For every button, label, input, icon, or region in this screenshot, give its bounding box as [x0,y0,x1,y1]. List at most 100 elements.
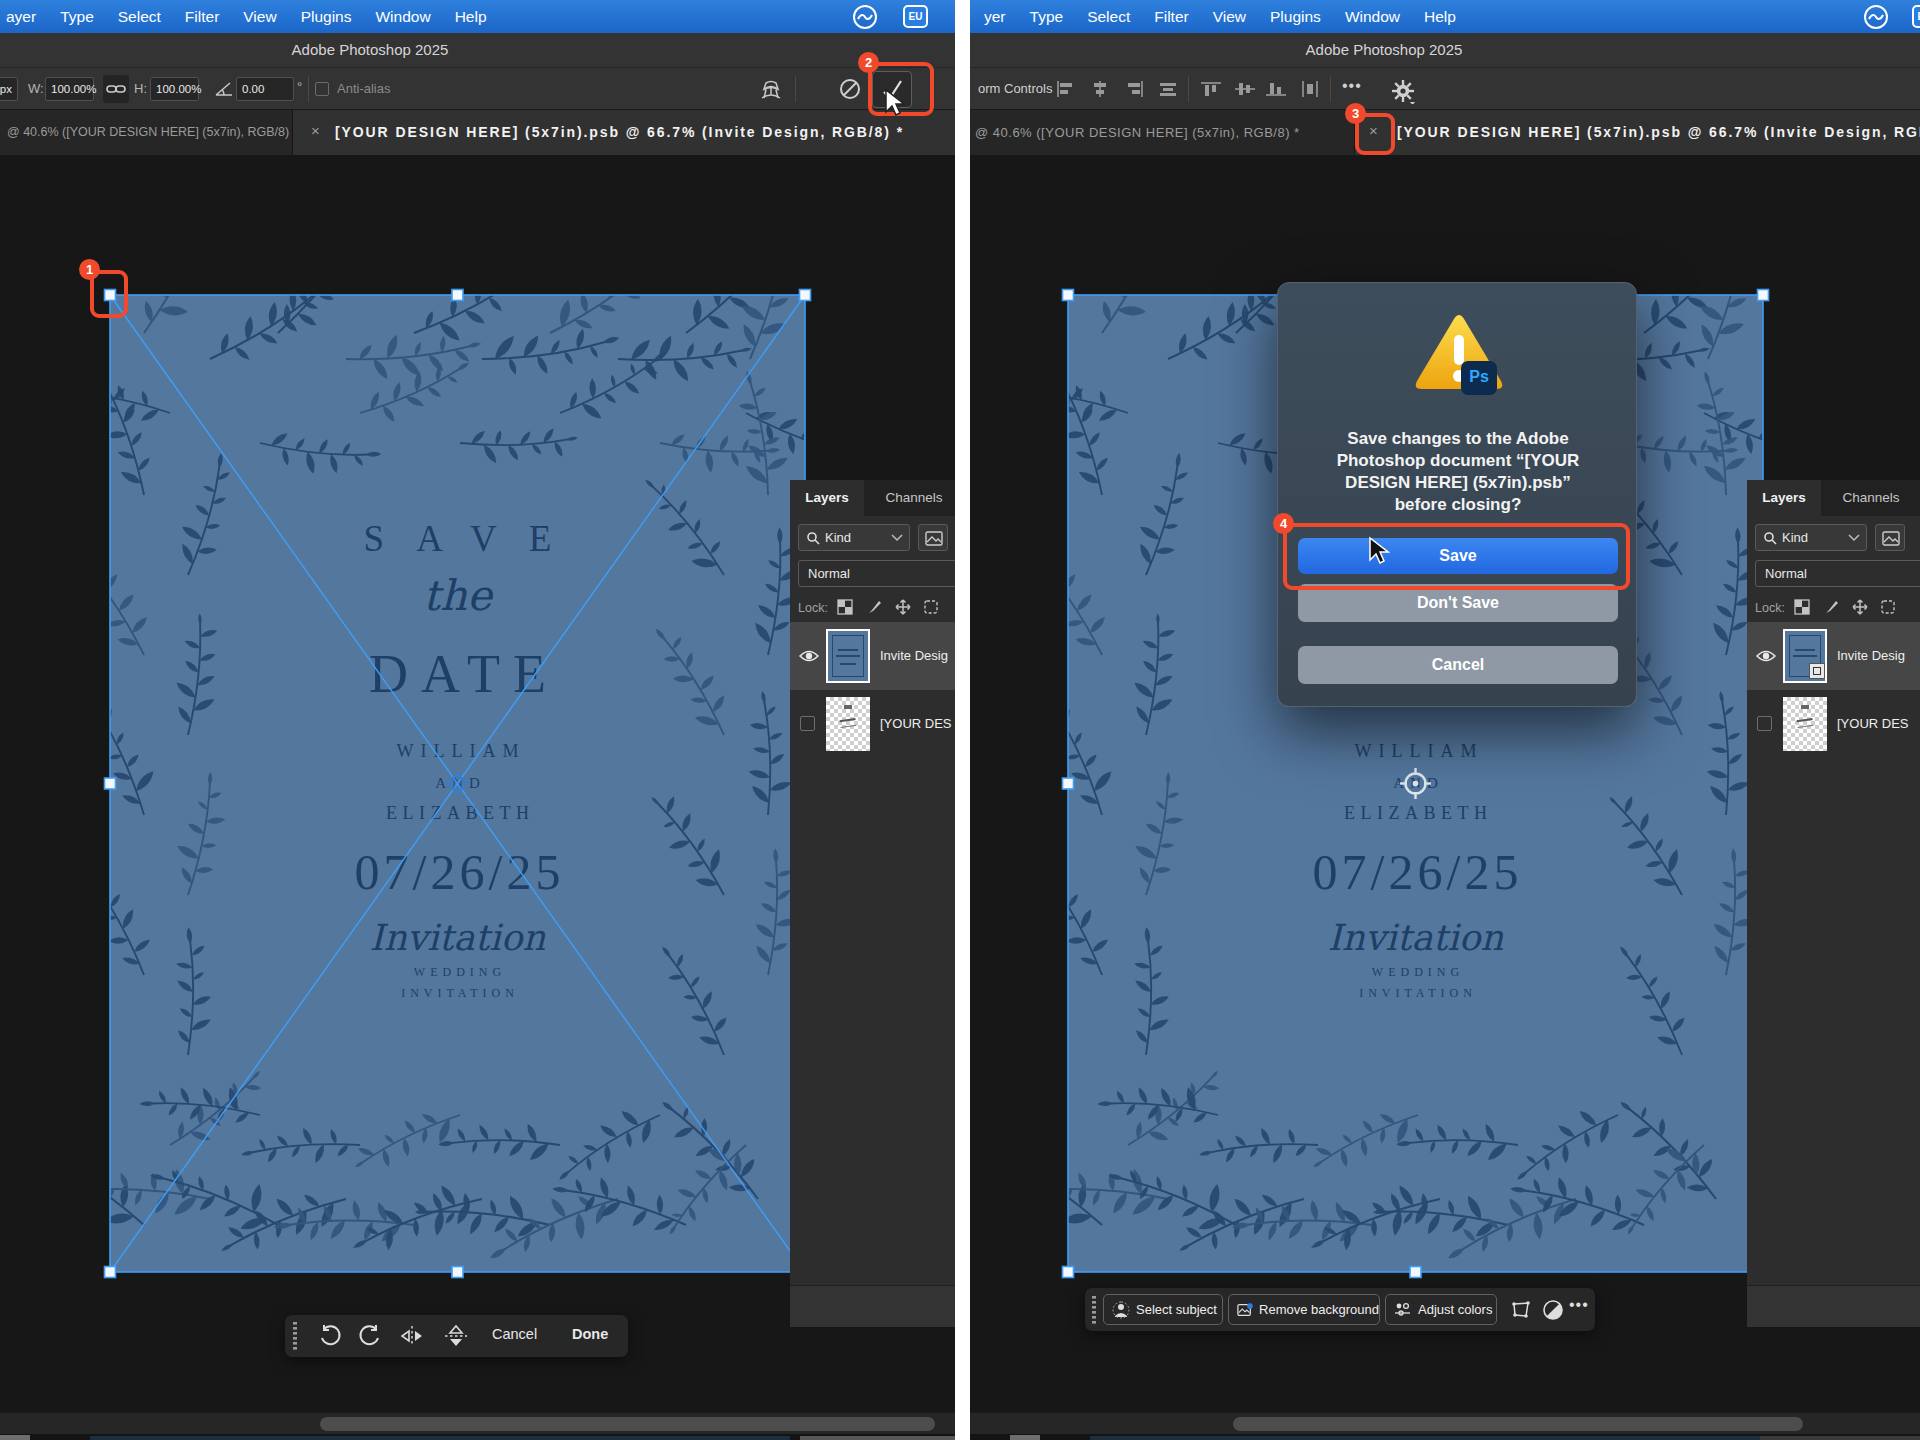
menu-select[interactable]: Select [118,8,161,26]
distribute-v-icon[interactable] [1300,81,1320,97]
lock-position-icon[interactable] [1851,598,1869,616]
select-subject-button[interactable]: Select subject [1103,1294,1223,1325]
creative-cloud-icon[interactable] [851,3,879,31]
more-options-icon[interactable]: ••• [1342,77,1362,95]
link-dimensions-button[interactable] [103,75,129,103]
align-left-icon[interactable] [1056,81,1076,97]
divider [795,76,796,102]
drag-grip[interactable] [1090,1295,1098,1325]
align-center-h-icon[interactable] [1090,81,1110,97]
transform-cancel-button[interactable]: Cancel [492,1326,537,1342]
horizontal-scrollbar[interactable] [970,1412,1920,1434]
menu-help[interactable]: Help [1424,8,1456,26]
tab-layers[interactable]: Layers [790,480,864,516]
lock-transparent-icon[interactable] [1793,598,1811,616]
remove-background-button[interactable]: Remove background [1228,1294,1380,1325]
menu-help[interactable]: Help [455,8,487,26]
more-icon[interactable]: ••• [1569,1296,1589,1314]
cancel-button[interactable]: Cancel [1298,646,1618,684]
free-transform-overlay[interactable] [100,285,816,1283]
visibility-checkbox-empty[interactable] [1757,716,1772,731]
rotate-cw-icon[interactable] [358,1324,382,1348]
flip-horizontal-icon[interactable] [399,1324,425,1348]
lock-pixels-icon[interactable] [866,598,884,616]
scrollbar-thumb[interactable] [320,1417,935,1431]
horizontal-scrollbar[interactable] [0,1412,955,1434]
align-bottom-icon[interactable] [1266,81,1286,97]
menu-select[interactable]: Select [1087,8,1130,26]
align-middle-v-icon[interactable] [1235,81,1255,97]
visibility-eye-icon[interactable] [798,648,820,664]
menu-plugins[interactable]: Plugins [1270,8,1321,26]
lock-pixels-icon[interactable] [1823,598,1841,616]
align-right-icon[interactable] [1124,81,1144,97]
menu-window[interactable]: Window [375,8,430,26]
filter-image-button[interactable] [1875,524,1905,551]
contrast-icon[interactable] [1542,1299,1564,1321]
lock-artboard-icon[interactable] [1879,598,1897,616]
eu-badge-icon[interactable]: EU [1912,5,1920,28]
layer2-thumbnail[interactable] [826,697,870,751]
x-unit-field[interactable]: px [0,77,18,101]
visibility-checkbox-empty[interactable] [800,716,815,731]
image-filter-icon [925,531,943,546]
layers-panel: Layers Channels Kind Normal Lock: [1747,480,1920,1327]
tab-channels[interactable]: Channels [864,480,955,516]
layer-row-invite-design[interactable]: Invite Desig [790,622,955,690]
lock-artboard-icon[interactable] [922,598,940,616]
divider [308,76,309,102]
width-field[interactable]: 100.00% [45,77,94,101]
cancel-transform-icon[interactable] [838,77,862,101]
warp-mode-icon[interactable] [757,78,785,102]
eu-badge-icon[interactable]: EU [903,5,928,28]
dialog-message-line3: DESIGN HERE] (5x7in).psb” [1293,473,1623,493]
filter-image-button[interactable] [918,524,948,551]
layer-row-invite-design[interactable]: Invite Desig [1747,622,1920,690]
menu-filter[interactable]: Filter [185,8,219,26]
menu-type[interactable]: Type [1030,8,1064,26]
rotate-ccw-icon[interactable] [318,1324,342,1348]
document-tab-1[interactable]: @ 40.6% ([YOUR DESIGN HERE] (5x7in), RGB… [0,110,293,155]
menu-window[interactable]: Window [1345,8,1400,26]
menu-layer[interactable]: ayer [6,8,36,26]
filter-kind-dropdown[interactable]: Kind [798,524,910,551]
menu-view[interactable]: View [243,8,276,26]
document-tab-2[interactable]: × [YOUR DESIGN HERE] (5x7in).psb @ 66.7%… [293,110,955,155]
creative-cloud-icon[interactable] [1862,3,1890,31]
blend-mode-dropdown[interactable]: Normal [1755,560,1920,587]
flip-vertical-icon[interactable] [443,1324,469,1348]
tab-channels[interactable]: Channels [1821,480,1920,516]
distribute-h-icon[interactable] [1158,81,1178,97]
align-top-icon[interactable] [1201,81,1221,97]
menu-view[interactable]: View [1213,8,1246,26]
adjust-colors-button[interactable]: Adjust colors [1385,1294,1497,1325]
layers-panel: Layers Channels Kind Normal Lock: [790,480,955,1327]
gear-icon[interactable] [1390,78,1416,104]
blend-mode-dropdown[interactable]: Normal [798,560,955,587]
document-tab-1[interactable]: @ 40.6% ([YOUR DESIGN HERE] (5x7in), RGB… [970,110,1355,155]
layer-row-your-design[interactable]: [YOUR DES [1747,690,1920,758]
drag-grip[interactable] [291,1321,299,1351]
filter-kind-dropdown[interactable]: Kind [1755,524,1867,551]
transform-done-button[interactable]: Done [572,1326,608,1342]
menu-filter[interactable]: Filter [1154,8,1188,26]
menu-type[interactable]: Type [60,8,94,26]
anti-alias-checkbox[interactable] [315,82,329,96]
transform-frame-icon[interactable] [1510,1300,1532,1320]
menu-plugins[interactable]: Plugins [301,8,352,26]
menu-layer[interactable]: yer [984,8,1006,26]
layer1-thumbnail[interactable] [826,629,870,683]
tab-close-icon[interactable]: × [311,122,320,139]
lock-transparent-icon[interactable] [836,598,854,616]
layer2-thumbnail[interactable] [1783,697,1827,751]
app-title: Adobe Photoshop 2025 [1264,41,1504,58]
layer-row-your-design[interactable]: [YOUR DES [790,690,955,758]
scrollbar-thumb[interactable] [1233,1417,1803,1431]
tab-layers[interactable]: Layers [1747,480,1821,516]
height-field[interactable]: 100.00% [150,77,199,101]
layer1-thumbnail[interactable] [1783,629,1827,683]
angle-field[interactable]: 0.00 [236,77,294,101]
lock-position-icon[interactable] [894,598,912,616]
visibility-eye-icon[interactable] [1755,648,1777,664]
document-tab-2[interactable]: × [YOUR DESIGN HERE] (5x7in).psb @ 66.7%… [1355,110,1920,155]
